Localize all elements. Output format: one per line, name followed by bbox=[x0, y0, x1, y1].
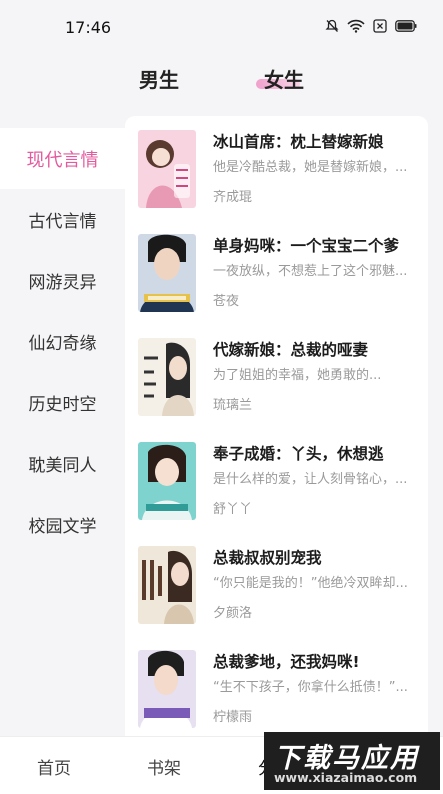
book-description: “生不下孩子，你拿什么抵债！”... bbox=[213, 680, 408, 695]
tab-female[interactable]: 女生 bbox=[264, 64, 304, 93]
category-list: 现代言情 古代言情 网游灵异 仙幻奇缘 历史时空 耽美同人 校园文学 bbox=[0, 128, 125, 555]
book-author: 琉璃兰 bbox=[213, 398, 253, 413]
book-item[interactable]: 冰山首席：枕上替嫁新娘 他是冷酷总裁，她是替嫁新娘，... 齐成琨 bbox=[125, 116, 428, 220]
category-item-history[interactable]: 历史时空 bbox=[0, 372, 125, 433]
book-list: 冰山首席：枕上替嫁新娘 他是冷酷总裁，她是替嫁新娘，... 齐成琨 单身妈咪：一… bbox=[125, 116, 428, 736]
book-title: 总裁爹地，还我妈咪! bbox=[213, 653, 360, 671]
watermark: 下载马应用 www.xiazaimao.com bbox=[264, 732, 440, 790]
book-title: 代嫁新娘：总裁的哑妻 bbox=[213, 341, 369, 359]
category-item-game-supernatural[interactable]: 网游灵异 bbox=[0, 250, 125, 311]
book-description: 一夜放纵，不想惹上了这个邪魅... bbox=[213, 264, 408, 279]
book-description: 为了姐姐的幸福，她勇敢的... bbox=[213, 368, 382, 383]
book-cover bbox=[138, 546, 196, 624]
book-cover bbox=[138, 130, 196, 208]
status-bar: 17:46 bbox=[0, 0, 443, 56]
book-item[interactable]: 总裁叔叔别宠我 “你只能是我的！”他绝冷双眸却... 夕颜洛 bbox=[125, 532, 428, 636]
tab-male[interactable]: 男生 bbox=[139, 64, 179, 93]
mute-bell-icon bbox=[325, 19, 339, 32]
book-author: 柠檬雨 bbox=[213, 710, 253, 725]
book-title: 奉子成婚：丫头，休想逃 bbox=[213, 445, 384, 463]
book-description: 他是冷酷总裁，她是替嫁新娘，... bbox=[213, 160, 408, 175]
status-icons bbox=[325, 19, 417, 33]
book-cover bbox=[138, 338, 196, 416]
nav-bookshelf[interactable]: 书架 bbox=[147, 754, 181, 779]
book-item[interactable]: 奉子成婚：丫头，休想逃 是什么样的爱，让人刻骨铭心，... 舒丫丫 bbox=[125, 428, 428, 532]
book-author: 齐成琨 bbox=[213, 190, 253, 205]
book-cover bbox=[138, 442, 196, 520]
category-item-ancient-romance[interactable]: 古代言情 bbox=[0, 189, 125, 250]
book-cover bbox=[138, 234, 196, 312]
book-item[interactable]: 总裁爹地，还我妈咪! “生不下孩子，你拿什么抵债！”... 柠檬雨 bbox=[125, 636, 428, 736]
book-author: 舒丫丫 bbox=[213, 502, 253, 517]
book-description: 是什么样的爱，让人刻骨铭心，... bbox=[213, 472, 408, 487]
book-title: 单身妈咪：一个宝宝二个爹 bbox=[213, 237, 400, 255]
nav-home[interactable]: 首页 bbox=[37, 754, 71, 779]
watermark-url: www.xiazaimao.com bbox=[274, 770, 418, 785]
status-time: 17:46 bbox=[65, 18, 112, 37]
book-author: 夕颜洛 bbox=[213, 606, 253, 621]
book-description: “你只能是我的！”他绝冷双眸却... bbox=[213, 576, 408, 591]
category-item-fantasy[interactable]: 仙幻奇缘 bbox=[0, 311, 125, 372]
category-item-campus[interactable]: 校园文学 bbox=[0, 494, 125, 555]
book-item[interactable]: 代嫁新娘：总裁的哑妻 为了姐姐的幸福，她勇敢的... 琉璃兰 bbox=[125, 324, 428, 428]
category-item-danmei[interactable]: 耽美同人 bbox=[0, 433, 125, 494]
book-author: 苍夜 bbox=[213, 294, 240, 309]
book-item[interactable]: 单身妈咪：一个宝宝二个爹 一夜放纵，不想惹上了这个邪魅... 苍夜 bbox=[125, 220, 428, 324]
book-title: 总裁叔叔别宠我 bbox=[213, 549, 322, 567]
gender-tabs: 男生 bbox=[0, 60, 443, 100]
wifi-icon bbox=[347, 19, 365, 33]
book-cover bbox=[138, 650, 196, 728]
battery-icon bbox=[395, 20, 417, 32]
sim-off-icon bbox=[373, 19, 387, 33]
category-item-modern-romance[interactable]: 现代言情 bbox=[0, 128, 125, 189]
tab-female-label: 女生 bbox=[264, 68, 304, 92]
book-title: 冰山首席：枕上替嫁新娘 bbox=[213, 133, 384, 151]
